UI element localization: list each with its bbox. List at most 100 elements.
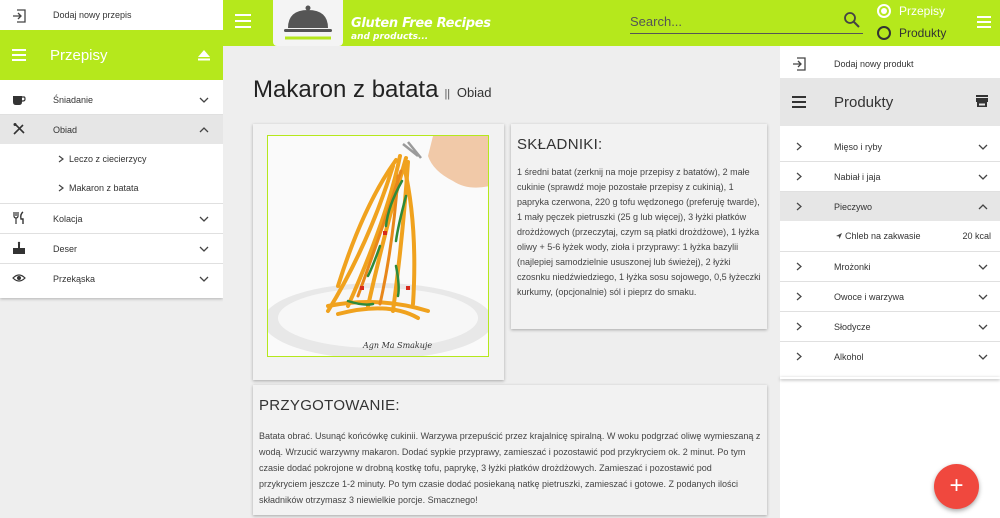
recipes-header[interactable]: Przepisy [0,30,223,80]
chevron-up-icon [199,127,209,133]
chevron-down-icon [978,324,988,330]
product-item-kcal: 20 kcal [962,231,991,241]
radio-label: Przepisy [899,4,946,18]
sidebar-subitem-makaron[interactable]: Makaron z batata [0,174,223,202]
add-product-button[interactable]: Dodaj nowy produkt [780,50,1000,78]
send-icon [836,233,842,239]
cake-icon [13,241,25,254]
radio-circle[interactable] [877,26,891,40]
product-category-slodycze[interactable]: Słodycze [780,312,1000,341]
menu-icon[interactable] [792,96,806,108]
chevron-down-icon [978,174,988,180]
sidebar-item-obiad[interactable]: Obiad [0,115,223,144]
menu-icon[interactable] [235,14,251,28]
chevron-down-icon [199,216,209,222]
product-category-nabial[interactable]: Nabiał i jaja [780,162,1000,191]
chevron-right-icon [58,155,64,163]
sidebar-item-przekaska[interactable]: Przekąska [0,264,223,293]
chevron-down-icon [978,354,988,360]
chevron-down-icon [199,276,209,282]
logo-title: Gluten Free Recipes [351,16,491,31]
plus-icon: + [949,472,964,499]
add-recipe-label: Dodaj nowy przepis [53,10,132,20]
product-category-pieczywo[interactable]: Pieczywo [780,192,1000,221]
sidebar-subitem-leczo[interactable]: Leczo z ciecierzycy [0,145,223,173]
menu-icon[interactable] [977,16,991,28]
search-input[interactable] [630,11,835,31]
search-mode-radio: Przepisy Produkty [877,2,957,42]
chevron-down-icon [978,294,988,300]
logo[interactable]: Gluten Free Recipes and products... [273,0,491,46]
product-category-label: Nabiał i jaja [834,171,881,182]
add-product-label: Dodaj nowy produkt [834,59,914,69]
recipe-photo: Agn Ma Smakuje [268,136,488,356]
cloche-icon [284,5,332,40]
chevron-right-icon [796,172,802,181]
menu-icon[interactable] [12,49,26,61]
chevron-down-icon [978,144,988,150]
chevron-down-icon [978,264,988,270]
top-bar: Gluten Free Recipes and products... Prze… [223,0,1000,46]
product-category-mieso[interactable]: Mięso i ryby [780,132,1000,161]
sidebar-item-sniadanie[interactable]: Śniadanie [0,86,223,114]
chevron-right-icon [796,292,802,301]
radio-label: Produkty [899,26,947,40]
recipe-image-card: Agn Ma Smakuje [253,124,504,380]
product-category-mrozonki[interactable]: Mrożonki [780,252,1000,281]
chevron-right-icon [796,352,802,361]
chevron-right-icon [796,142,802,151]
chevron-down-icon [199,246,209,252]
fork-knife-icon [13,123,25,135]
cutlery-icon [13,211,24,224]
chevron-down-icon [199,97,209,103]
recipes-header-title: Przepisy [50,46,108,64]
preparation-card: PRZYGOTOWANIE: Batata obrać. Usunąć końc… [253,385,767,515]
ingredients-text: 1 średni batat (zerknij na moje przepisy… [517,167,761,297]
search-box [630,9,863,34]
sidebar-item-label: Kolacja [53,213,83,224]
sidebar-item-label: Deser [53,243,78,254]
product-category-label: Mrożonki [834,261,871,272]
sidebar-item-label: Przekąska [53,273,96,284]
recipe-title: Makaron z batata || Obiad [253,76,492,104]
sidebar-item-deser[interactable]: Deser [0,234,223,263]
radio-produkty[interactable]: Produkty [877,24,957,42]
sidebar-item-label: Obiad [53,124,78,135]
add-recipe-button[interactable]: Dodaj nowy przepis [0,0,223,30]
list-end-shadow [780,377,1000,379]
eye-icon [12,274,26,282]
logo-plate [273,0,343,46]
product-category-owoce[interactable]: Owoce i warzywa [780,282,1000,311]
radio-circle[interactable] [877,4,891,18]
recipe-category: Obiad [456,85,492,100]
login-icon [13,9,26,23]
store-icon[interactable] [976,95,988,107]
product-category-label: Słodycze [834,321,871,332]
recipe-image: Agn Ma Smakuje [267,135,489,357]
product-category-alkohol[interactable]: Alkohol [780,342,1000,371]
chevron-right-icon [796,202,802,211]
sidebar-item-kolacja[interactable]: Kolacja [0,204,223,233]
products-header-title: Produkty [834,93,894,111]
login-icon [793,57,806,71]
chevron-right-icon [58,184,64,192]
logo-subtitle: and products... [351,32,429,42]
sidebar-subitem-label: Leczo z ciecierzycy [69,154,147,164]
product-item-label: Chleb na zakwasie [845,231,921,241]
product-category-label: Mięso i ryby [834,141,883,152]
radio-przepisy[interactable]: Przepisy [877,2,957,20]
products-header[interactable]: Produkty [780,78,1000,126]
chevron-right-icon [796,322,802,331]
search-icon[interactable] [843,11,861,29]
ingredients-card: SKŁADNIKI: 1 średni batat (zerknij na mo… [511,124,767,329]
coffee-icon [13,96,26,105]
eject-icon[interactable] [197,49,211,61]
product-category-label: Owoce i warzywa [834,291,905,302]
preparation-header: PRZYGOTOWANIE: [259,397,400,414]
title-separator: || [444,88,451,100]
add-fab-button[interactable]: + [934,464,979,509]
sidebar-item-label: Śniadanie [53,95,94,105]
product-item-chleb[interactable]: Chleb na zakwasie 20 kcal [780,222,1000,250]
chevron-up-icon [978,204,988,210]
chevron-right-icon [796,262,802,271]
